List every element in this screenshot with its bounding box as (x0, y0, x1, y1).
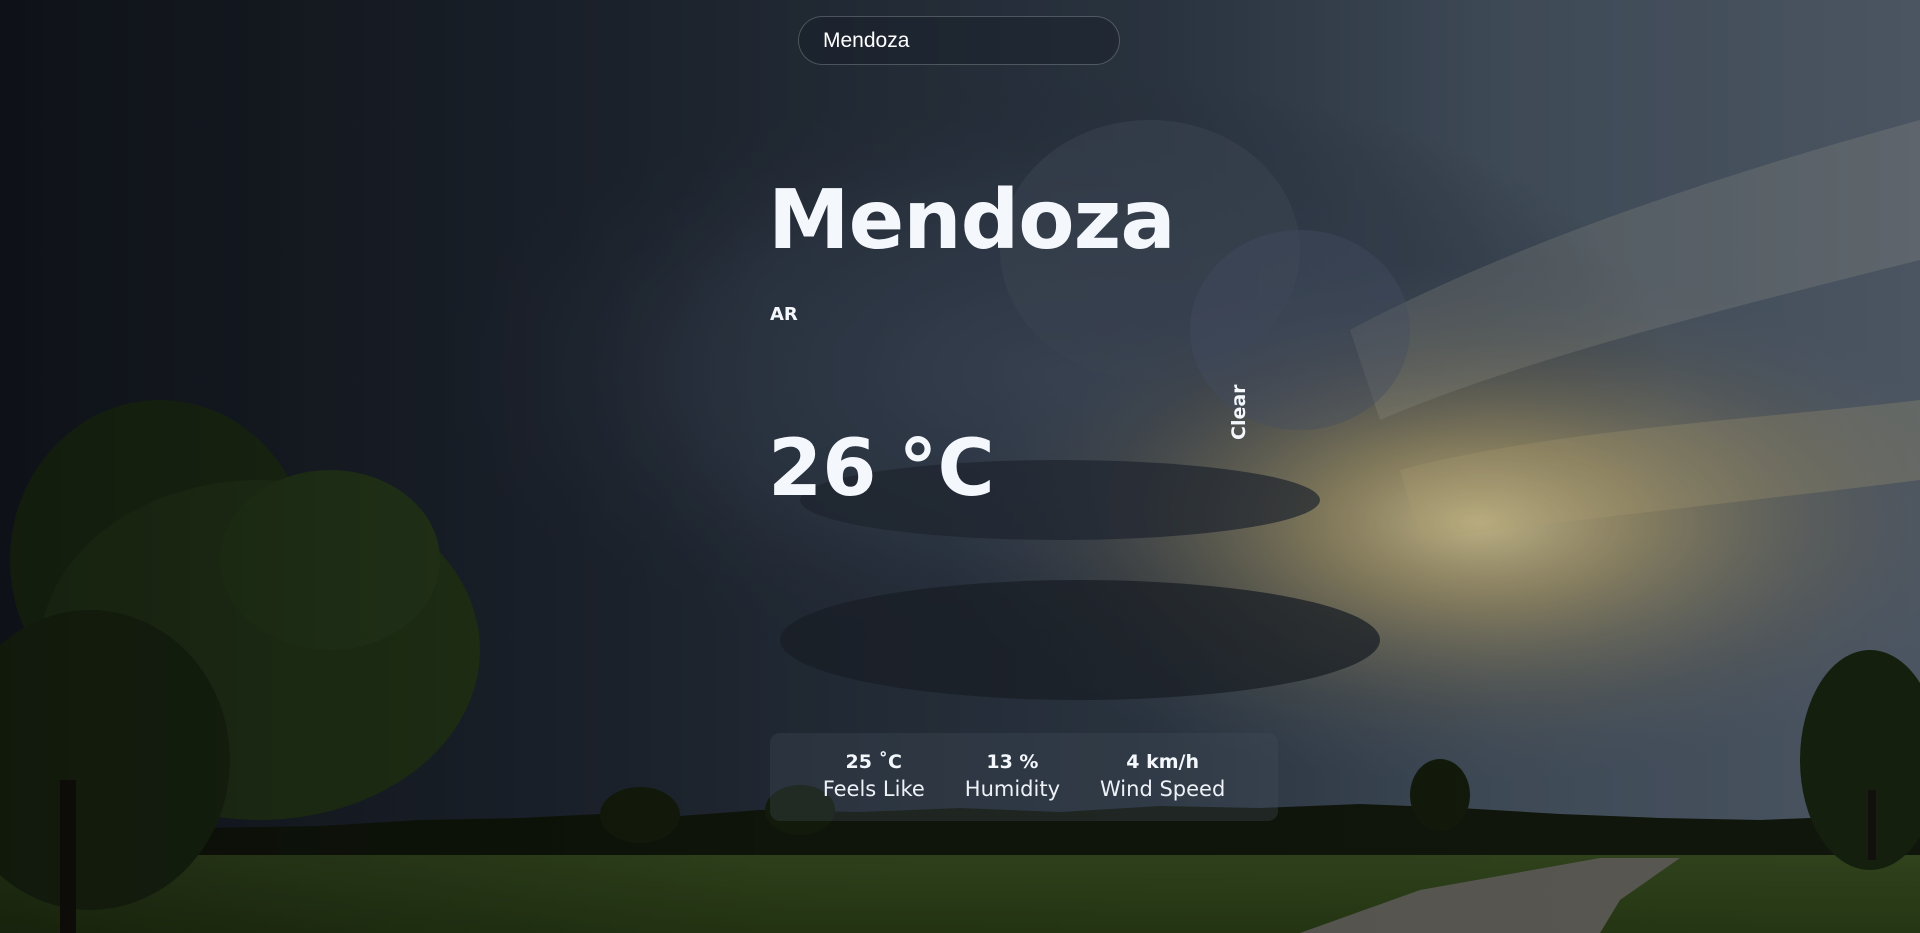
weather-condition: Clear (1228, 384, 1250, 440)
city-search-input[interactable] (798, 16, 1120, 65)
temperature: 26 °C (768, 430, 995, 508)
temperature-unit: °C (898, 424, 995, 514)
country-code: AR (770, 304, 798, 325)
feels-like-label: Feels Like (822, 776, 925, 801)
humidity-detail: 13 % Humidity (965, 751, 1060, 805)
wind-speed-label: Wind Speed (1100, 776, 1226, 801)
humidity-label: Humidity (964, 776, 1060, 801)
city-name: Mendoza (768, 173, 1176, 268)
wind-speed-value: 4 km/h (1126, 751, 1200, 773)
temperature-value: 26 (768, 424, 877, 514)
humidity-value: 13 % (986, 751, 1039, 773)
wind-speed-detail: 4 km/h Wind Speed (1100, 751, 1225, 805)
feels-like-detail: 25 ˚C Feels Like (823, 751, 925, 805)
feels-like-value: 25 ˚C (845, 751, 902, 773)
weather-details-panel: 25 ˚C Feels Like 13 % Humidity 4 km/h Wi… (770, 733, 1278, 821)
